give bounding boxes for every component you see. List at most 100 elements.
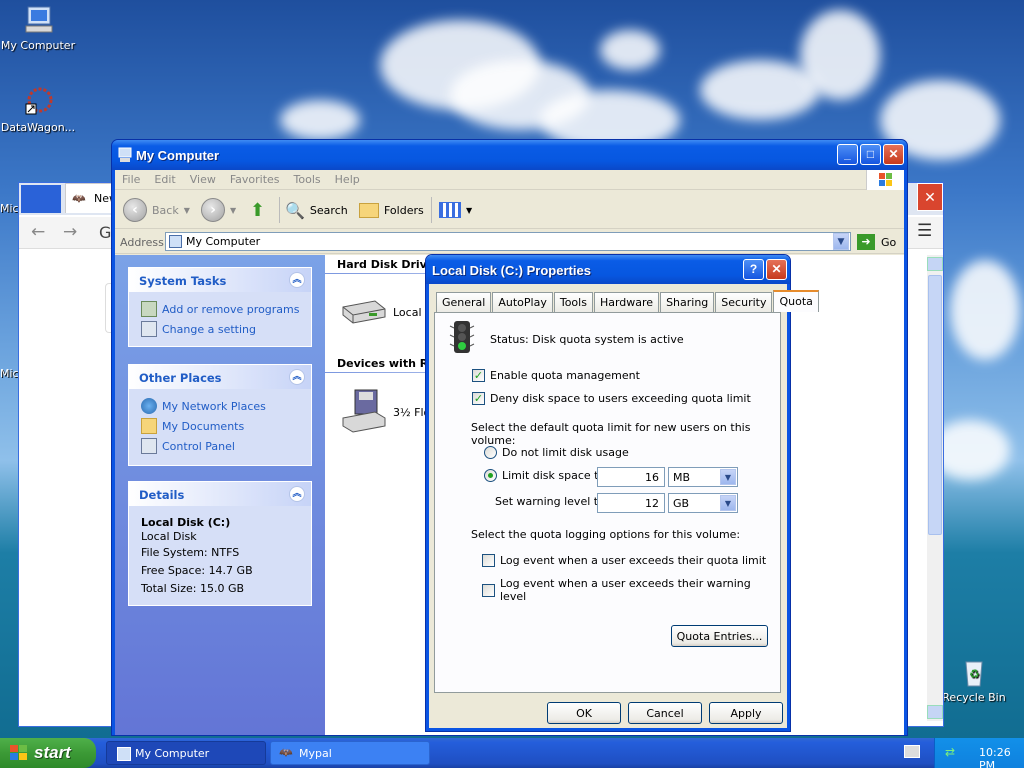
scroll-up-button[interactable] [927, 257, 943, 271]
menu-help[interactable]: Help [328, 170, 367, 189]
address-dropdown-button[interactable]: ▼ [833, 233, 849, 250]
window-title: My Computer [136, 148, 220, 163]
limit-value-input[interactable]: 16 [597, 467, 665, 487]
close-button[interactable]: ✕ [883, 144, 904, 165]
task-pane: System Tasks ︽ Add or remove programs Cha… [115, 255, 325, 735]
menu-view[interactable]: View [183, 170, 223, 189]
browser-close-button[interactable]: ✕ [917, 183, 943, 211]
link-label: Add or remove programs [162, 302, 300, 316]
desktop-icon-recycle-bin[interactable]: ♻ Recycle Bin [934, 656, 1014, 704]
apply-button[interactable]: Apply [709, 702, 783, 724]
default-limit-heading: Select the default quota limit for new u… [471, 421, 751, 447]
warning-unit-select[interactable]: GB ▼ [668, 493, 738, 513]
change-setting-link[interactable]: Change a setting [129, 319, 311, 339]
menu-tools[interactable]: Tools [287, 170, 328, 189]
chevron-down-icon: ▼ [183, 205, 190, 215]
window-titlebar[interactable]: My Computer _ □ ✕ [112, 140, 907, 170]
search-icon: 🔍 [285, 200, 305, 220]
chevron-down-icon[interactable]: ▼ [720, 469, 736, 485]
address-bar: Address My Computer ▼ ➜ Go [115, 230, 904, 254]
cancel-button[interactable]: Cancel [628, 702, 702, 724]
floppy-item[interactable]: 3½ Flo [339, 388, 430, 437]
enable-quota-checkbox[interactable]: ✓ Enable quota management [472, 369, 640, 382]
collapse-chevron-icon[interactable]: ︽ [289, 369, 305, 385]
menu-file[interactable]: File [115, 170, 147, 189]
deny-space-checkbox[interactable]: ✓ Deny disk space to users exceeding quot… [472, 392, 751, 405]
my-documents-link[interactable]: My Documents [129, 416, 311, 436]
dialog-close-button[interactable]: ✕ [766, 259, 787, 280]
link-label: Control Panel [162, 439, 235, 453]
tab-security[interactable]: Security [715, 292, 773, 312]
scroll-down-button[interactable] [927, 705, 943, 719]
network-globe-icon [141, 398, 157, 414]
add-remove-programs-icon [141, 301, 157, 317]
tab-autoplay[interactable]: AutoPlay [492, 292, 553, 312]
my-computer-small-icon [117, 747, 131, 761]
other-places-panel: Other Places ︽ My Network Places My Docum… [128, 364, 312, 466]
quota-entries-button[interactable]: Quota Entries... [671, 625, 768, 647]
taskbar-my-computer[interactable]: My Computer [106, 741, 266, 765]
help-button[interactable]: ? [743, 259, 764, 280]
warning-value-input[interactable]: 12 [597, 493, 665, 513]
search-button[interactable]: 🔍 Search [285, 198, 348, 222]
system-tasks-panel: System Tasks ︽ Add or remove programs Cha… [128, 267, 312, 347]
radio-checked [484, 469, 497, 482]
up-button[interactable]: ⬆ [250, 198, 265, 222]
collapse-chevron-icon[interactable]: ︽ [289, 486, 305, 502]
maximize-button[interactable]: □ [860, 144, 881, 165]
browser-back-icon[interactable]: ← [31, 222, 45, 242]
control-panel-link[interactable]: Control Panel [129, 436, 311, 456]
system-tasks-header[interactable]: System Tasks ︽ [129, 268, 311, 292]
checkbox-checked: ✓ [472, 369, 485, 382]
svg-text:♻: ♻ [969, 667, 980, 681]
properties-dialog[interactable]: Local Disk (C:) Properties ? ✕ General A… [425, 254, 819, 732]
desktop-icon-datawagon[interactable]: DataWagon... [0, 86, 78, 134]
tab-general[interactable]: General [436, 292, 492, 312]
dialog-titlebar[interactable]: Local Disk (C:) Properties ? ✕ [426, 255, 790, 284]
desktop-icon-my-computer[interactable]: My Computer [0, 4, 78, 52]
toolbar-divider [431, 197, 432, 223]
clock[interactable]: 10:26 PM [979, 746, 1011, 768]
details-type: Local Disk [141, 530, 197, 543]
tab-hardware[interactable]: Hardware [593, 292, 660, 312]
radio-label: Limit disk space to [502, 469, 606, 482]
desktop-icon-label: My Computer [0, 39, 76, 52]
browser-google-icon: G [99, 223, 112, 242]
add-remove-programs-link[interactable]: Add or remove programs [129, 299, 311, 319]
log-quota-checkbox[interactable]: Log event when a user exceeds their quot… [482, 554, 766, 567]
folders-button[interactable]: Folders [359, 198, 424, 222]
network-tray-icon[interactable]: ⇄ [945, 745, 955, 759]
taskbar-mypal[interactable]: 🦇 Mypal [270, 741, 430, 765]
my-network-places-link[interactable]: My Network Places [129, 396, 311, 416]
browser-forward-icon[interactable]: → [63, 222, 77, 242]
menu-edit[interactable]: Edit [147, 170, 182, 189]
details-header[interactable]: Details ︽ [129, 482, 311, 506]
browser-scrollbar[interactable] [927, 255, 943, 721]
quota-status-text: Status: Disk quota system is active [490, 333, 684, 346]
address-input[interactable]: My Computer [165, 232, 851, 251]
back-button[interactable]: ‹ Back ▼ [123, 198, 190, 222]
browser-menu-icon[interactable]: ☰ [917, 221, 932, 241]
local-disk-item[interactable]: Local D [339, 297, 433, 328]
other-places-header[interactable]: Other Places ︽ [129, 365, 311, 389]
keyboard-tray-icon[interactable] [904, 745, 920, 758]
ok-button[interactable]: OK [547, 702, 621, 724]
views-button[interactable]: ▼ [439, 198, 472, 222]
log-warning-checkbox[interactable]: Log event when a user exceeds their warn… [482, 577, 780, 603]
scroll-thumb[interactable] [928, 275, 942, 535]
minimize-button[interactable]: _ [837, 144, 858, 165]
collapse-chevron-icon[interactable]: ︽ [289, 272, 305, 288]
forward-button[interactable]: › ▼ [201, 198, 236, 222]
start-button[interactable]: start [0, 738, 96, 768]
menu-favorites[interactable]: Favorites [223, 170, 287, 189]
limit-unit-select[interactable]: MB ▼ [668, 467, 738, 487]
limit-disk-radio[interactable]: Limit disk space to [484, 469, 605, 482]
tab-quota[interactable]: Quota [773, 290, 819, 312]
chevron-down-icon[interactable]: ▼ [720, 495, 736, 511]
dialog-title: Local Disk (C:) Properties [432, 263, 591, 278]
back-arrow-icon: ‹ [123, 198, 147, 222]
no-limit-radio[interactable]: Do not limit disk usage [484, 446, 629, 459]
tab-sharing[interactable]: Sharing [660, 292, 715, 312]
go-button[interactable]: ➜ Go [857, 234, 896, 250]
tab-tools[interactable]: Tools [553, 292, 593, 312]
